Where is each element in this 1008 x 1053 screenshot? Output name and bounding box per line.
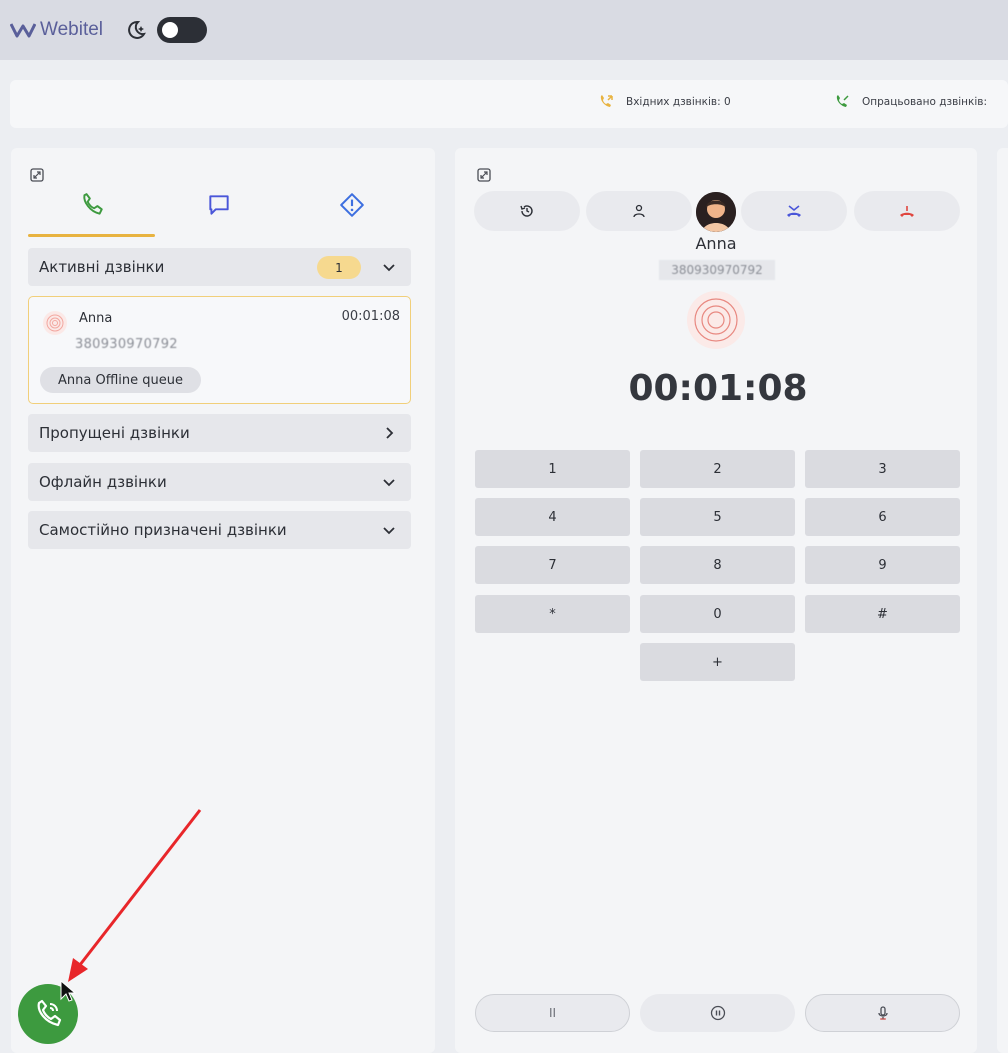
active-calls-section[interactable]: Активні дзвінки 1 — [28, 248, 411, 286]
dialpad-key-1[interactable]: 1 — [475, 450, 630, 488]
right-panel-edge — [997, 148, 1008, 1053]
hold-button[interactable]: II — [475, 994, 630, 1032]
webitel-logo-icon — [10, 23, 36, 38]
tab-calls[interactable] — [28, 188, 155, 238]
active-tab-indicator — [28, 234, 155, 237]
chevron-right-icon — [386, 427, 394, 439]
call-control-panel: Anna 380930970792 00:01:08 1 2 3 4 5 6 7… — [455, 148, 977, 1053]
chat-icon — [208, 195, 229, 215]
assigned-calls-label: Самостійно призначені дзвінки — [39, 521, 287, 539]
caller-number: 380930970792 — [75, 337, 178, 352]
dialpad-key-hash[interactable]: # — [805, 595, 960, 633]
call-tabs — [28, 188, 411, 238]
offline-calls-label: Офлайн дзвінки — [39, 473, 167, 491]
hangup-icon — [900, 206, 914, 217]
ringing-icon — [43, 311, 67, 335]
alert-diamond-icon — [339, 193, 364, 217]
processed-call-icon — [836, 95, 849, 107]
transfer-button[interactable] — [741, 191, 847, 231]
active-calls-count-badge: 1 — [317, 256, 361, 279]
microphone-button[interactable] — [805, 994, 960, 1032]
offline-calls-section[interactable]: Офлайн дзвінки — [28, 463, 411, 501]
mouse-cursor-icon — [60, 979, 77, 1002]
active-calls-label: Активні дзвінки — [39, 258, 165, 276]
tab-tasks[interactable] — [288, 188, 415, 238]
person-icon — [633, 204, 645, 218]
dialpad-key-4[interactable]: 4 — [475, 498, 630, 536]
assigned-calls-section[interactable]: Самостійно призначені дзвінки — [28, 511, 411, 549]
dialpad-key-2[interactable]: 2 — [640, 450, 795, 488]
history-button[interactable] — [474, 191, 580, 231]
hangup-button[interactable] — [854, 191, 960, 231]
top-bar: Webitel — [0, 0, 1008, 60]
dialpad-key-7[interactable]: 7 — [475, 546, 630, 584]
avatar-illustration — [696, 192, 736, 232]
expand-icon[interactable] — [477, 168, 491, 182]
moon-icon[interactable] — [123, 17, 149, 43]
contact-number: 380930970792 — [659, 260, 775, 280]
contact-name: Anna — [695, 234, 737, 253]
chevron-down-icon — [383, 264, 395, 272]
dialpad-key-star[interactable]: * — [475, 595, 630, 633]
dialpad-key-0[interactable]: 0 — [640, 595, 795, 633]
pause-icon — [710, 1005, 725, 1021]
call-timer: 00:01:08 — [628, 368, 808, 409]
phone-icon — [82, 193, 103, 215]
history-icon — [520, 205, 533, 217]
contact-button[interactable] — [586, 191, 692, 231]
toggle-knob — [162, 22, 179, 38]
transfer-icon — [787, 205, 801, 217]
dialpad-key-3[interactable]: 3 — [805, 450, 960, 488]
dialpad-key-plus[interactable]: + — [640, 643, 795, 681]
chevron-down-icon — [383, 527, 395, 535]
stats-bar: Вхідних дзвінків: 0 Опрацьовано дзвінків… — [10, 80, 1008, 128]
queue-chip: Anna Offline queue — [40, 367, 201, 393]
incoming-call-icon — [600, 95, 613, 107]
missed-calls-section[interactable]: Пропущені дзвінки — [28, 414, 411, 452]
annotation-arrow — [68, 809, 202, 982]
theme-toggle[interactable] — [157, 17, 208, 43]
pause-button[interactable] — [640, 994, 795, 1032]
avatar — [696, 192, 736, 232]
caller-name: Anna — [79, 311, 113, 326]
dialpad-key-5[interactable]: 5 — [640, 498, 795, 536]
incoming-calls-stat: Вхідних дзвінків: 0 — [598, 94, 731, 110]
missed-calls-label: Пропущені дзвінки — [39, 424, 190, 442]
incoming-calls-label: Вхідних дзвінків: 0 — [626, 96, 731, 108]
logo-text: Webitel — [40, 19, 104, 40]
active-call-card[interactable]: Anna 00:01:08 380930970792 Anna Offline … — [28, 296, 411, 404]
expand-icon[interactable] — [30, 168, 44, 182]
dialpad-key-8[interactable]: 8 — [640, 546, 795, 584]
tab-chats[interactable] — [155, 188, 282, 238]
microphone-icon — [877, 1006, 888, 1020]
processed-calls-stat: Опрацьовано дзвінків: — [834, 94, 987, 110]
ringing-icon — [687, 291, 745, 349]
processed-calls-label: Опрацьовано дзвінків: — [862, 96, 988, 108]
dialpad-key-6[interactable]: 6 — [805, 498, 960, 536]
webitel-logo[interactable]: Webitel — [10, 19, 103, 41]
chevron-down-icon — [383, 479, 395, 487]
hold-label: II — [548, 1006, 557, 1020]
call-duration: 00:01:08 — [341, 309, 400, 324]
dialpad-key-9[interactable]: 9 — [805, 546, 960, 584]
